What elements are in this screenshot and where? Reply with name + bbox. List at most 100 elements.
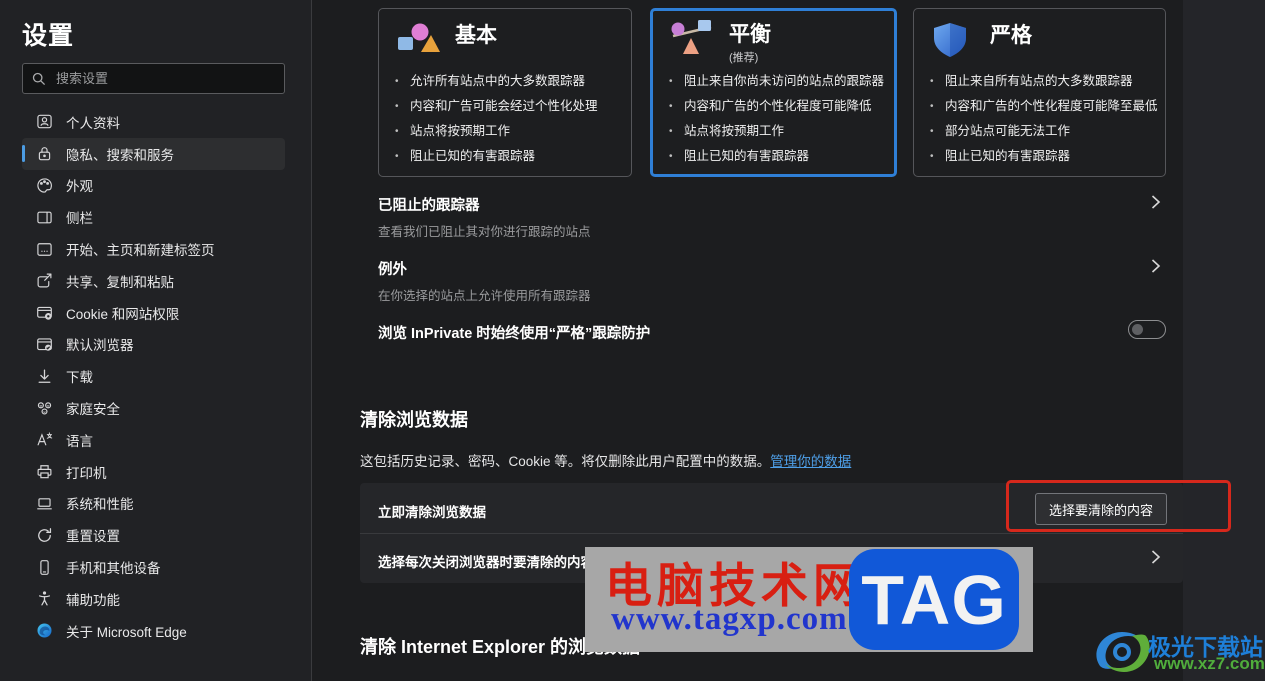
shapes-icon — [395, 21, 441, 61]
sidebar-item-system-performance[interactable]: 系统和性能 — [22, 488, 285, 520]
inprivate-strict-toggle[interactable] — [1128, 320, 1166, 339]
chevron-right-icon[interactable] — [1151, 259, 1161, 273]
palette-icon — [36, 177, 53, 194]
right-margin — [1183, 0, 1265, 681]
sidebar-item-about-edge[interactable]: 关于 Microsoft Edge — [22, 615, 285, 647]
sidebar-item-profile[interactable]: 个人资料 — [22, 106, 285, 138]
share-icon — [36, 272, 53, 289]
card-bullet: 站点将按预期工作 — [393, 119, 623, 144]
choose-what-to-clear-button[interactable]: 选择要清除的内容 — [1035, 493, 1167, 525]
row-divider — [360, 533, 1183, 534]
sidebar-item-sidebar[interactable]: 侧栏 — [22, 201, 285, 233]
shield-icon — [930, 21, 976, 61]
card-bullet: 内容和广告的个性化程度可能降至最低 — [928, 94, 1158, 119]
sidebar-item-label: 系统和性能 — [66, 497, 134, 513]
sidebar-item-privacy[interactable]: 隐私、搜索和服务 — [22, 137, 285, 170]
chevron-right-icon[interactable] — [1151, 195, 1161, 209]
phone-icon — [36, 559, 53, 576]
manage-your-data-link[interactable]: 管理你的数据 — [770, 454, 851, 469]
sidebar-item-printers[interactable]: 打印机 — [22, 456, 285, 488]
sidebar-divider — [311, 0, 312, 681]
chevron-right-icon[interactable] — [1151, 550, 1161, 564]
sidebar-item-start-home[interactable]: 开始、主页和新建标签页 — [22, 233, 285, 265]
tag-badge: TAG — [849, 549, 1019, 650]
inprivate-strict-label: 浏览 InPrivate 时始终使用“严格”跟踪防护 — [378, 326, 651, 342]
cookie-permissions-icon — [36, 304, 53, 321]
sidebar-item-share-copy-paste[interactable]: 共享、复制和粘贴 — [22, 265, 285, 297]
balance-icon — [669, 20, 715, 60]
lock-icon — [36, 145, 53, 162]
search-settings-box[interactable] — [22, 63, 285, 94]
printer-icon — [36, 463, 53, 480]
card-bullet: 阻止已知的有害跟踪器 — [667, 144, 886, 169]
sidebar-item-downloads[interactable]: 下载 — [22, 360, 285, 392]
card-title: 严格 — [990, 24, 1032, 47]
browser-check-icon — [36, 336, 53, 353]
card-bullet: 允许所有站点中的大多数跟踪器 — [393, 69, 623, 94]
sidebar-item-label: Cookie 和网站权限 — [66, 306, 180, 322]
exceptions-row[interactable]: 例外 — [378, 258, 407, 279]
tab-page-icon — [36, 241, 53, 258]
sidebar-item-label: 语言 — [66, 433, 93, 449]
sidebar-item-label: 手机和其他设备 — [66, 561, 161, 577]
clear-data-description: 这包括历史记录、密码、Cookie 等。将仅删除此用户配置中的数据。管理你的数据 — [360, 450, 851, 470]
sidebar-item-languages[interactable]: 语言 — [22, 424, 285, 456]
reset-icon — [36, 527, 53, 544]
card-bullet: 站点将按预期工作 — [667, 119, 886, 144]
sidebar-item-label: 默认浏览器 — [66, 338, 134, 354]
sidebar-item-label: 开始、主页和新建标签页 — [66, 243, 215, 259]
search-icon — [31, 71, 47, 87]
tagxp-watermark: 电脑技术网 www.tagxp.com TAG — [585, 547, 1033, 652]
sidebar-item-appearance[interactable]: 外观 — [22, 170, 285, 202]
sidebar-item-phone-devices[interactable]: 手机和其他设备 — [22, 551, 285, 583]
sidebar-item-family-safety[interactable]: 家庭安全 — [22, 392, 285, 424]
edge-logo-icon — [36, 622, 53, 639]
card-bullet: 阻止来自你尚未访问的站点的跟踪器 — [667, 69, 886, 94]
sidebar-layout-icon — [36, 209, 53, 226]
sidebar-item-label: 隐私、搜索和服务 — [66, 147, 174, 163]
card-bullet: 内容和广告可能会经过个性化处理 — [393, 94, 623, 119]
sidebar-item-cookies-permissions[interactable]: Cookie 和网站权限 — [22, 297, 285, 329]
xz7-swirl-logo-icon — [1092, 622, 1154, 680]
card-bullet: 阻止来自所有站点的大多数跟踪器 — [928, 69, 1157, 94]
card-bullet: 内容和广告的个性化程度可能降低 — [667, 94, 886, 119]
card-bullet: 阻止已知的有害跟踪器 — [393, 144, 623, 169]
sidebar-item-label: 打印机 — [66, 465, 107, 481]
family-icon — [36, 400, 53, 417]
clear-data-heading: 清除浏览数据 — [360, 410, 468, 430]
xz7-url: www.xz7.com — [1154, 654, 1265, 673]
card-title: 平衡 — [729, 23, 771, 46]
blocked-trackers-row[interactable]: 已阻止的跟踪器 — [378, 194, 480, 215]
tracking-card-strict[interactable]: 严格 阻止来自所有站点的大多数跟踪器 内容和广告的个性化程度可能降至最低 部分站… — [913, 8, 1166, 177]
search-input[interactable] — [56, 71, 276, 86]
sidebar-item-label: 共享、复制和粘贴 — [66, 274, 174, 290]
blocked-trackers-subtitle: 查看我们已阻止其对你进行跟踪的站点 — [378, 225, 591, 239]
tracking-card-balanced-selected[interactable]: 平衡 (推荐) 阻止来自你尚未访问的站点的跟踪器 内容和广告的个性化程度可能降低… — [650, 8, 897, 177]
card-bullet: 阻止已知的有害跟踪器 — [928, 144, 1157, 169]
toggle-knob — [1132, 324, 1143, 335]
card-bullet: 部分站点可能无法工作 — [928, 119, 1157, 144]
sidebar-item-label: 侧栏 — [66, 211, 93, 227]
sidebar-item-reset-settings[interactable]: 重置设置 — [22, 519, 285, 551]
tracking-card-basic[interactable]: 基本 允许所有站点中的大多数跟踪器 内容和广告可能会经过个性化处理 站点将按预期… — [378, 8, 632, 177]
sidebar-item-accessibility[interactable]: 辅助功能 — [22, 583, 285, 615]
language-icon — [36, 431, 53, 448]
download-icon — [36, 368, 53, 385]
sidebar-item-default-browser[interactable]: 默认浏览器 — [22, 329, 285, 361]
sidebar-menu: 个人资料 隐私、搜索和服务 外观 侧栏 开始、主页和新建标签页 共享、复制和粘贴 — [22, 106, 285, 647]
clear-on-close-row[interactable]: 选择每次关闭浏览器时要清除的内容 — [378, 551, 594, 571]
sidebar-item-label: 个人资料 — [66, 115, 120, 131]
id-card-icon — [36, 113, 53, 130]
tagxp-url: www.tagxp.com — [611, 601, 848, 637]
sidebar-item-label: 重置设置 — [66, 529, 120, 545]
laptop-icon — [36, 495, 53, 512]
page-title: 设置 — [22, 22, 75, 50]
sidebar-item-label: 家庭安全 — [66, 402, 120, 418]
edge-settings-page: 设置 个人资料 隐私、搜索和服务 外观 侧栏 — [0, 0, 1265, 681]
sidebar-item-label: 下载 — [66, 370, 93, 386]
xz7-watermark: 极光下载站 www.xz7.com — [1090, 604, 1265, 681]
sidebar-item-label: 辅助功能 — [66, 592, 120, 608]
sidebar-item-label: 关于 Microsoft Edge — [66, 624, 187, 640]
exceptions-subtitle: 在你选择的站点上允许使用所有跟踪器 — [378, 289, 591, 303]
selected-accent-bar — [22, 144, 25, 162]
